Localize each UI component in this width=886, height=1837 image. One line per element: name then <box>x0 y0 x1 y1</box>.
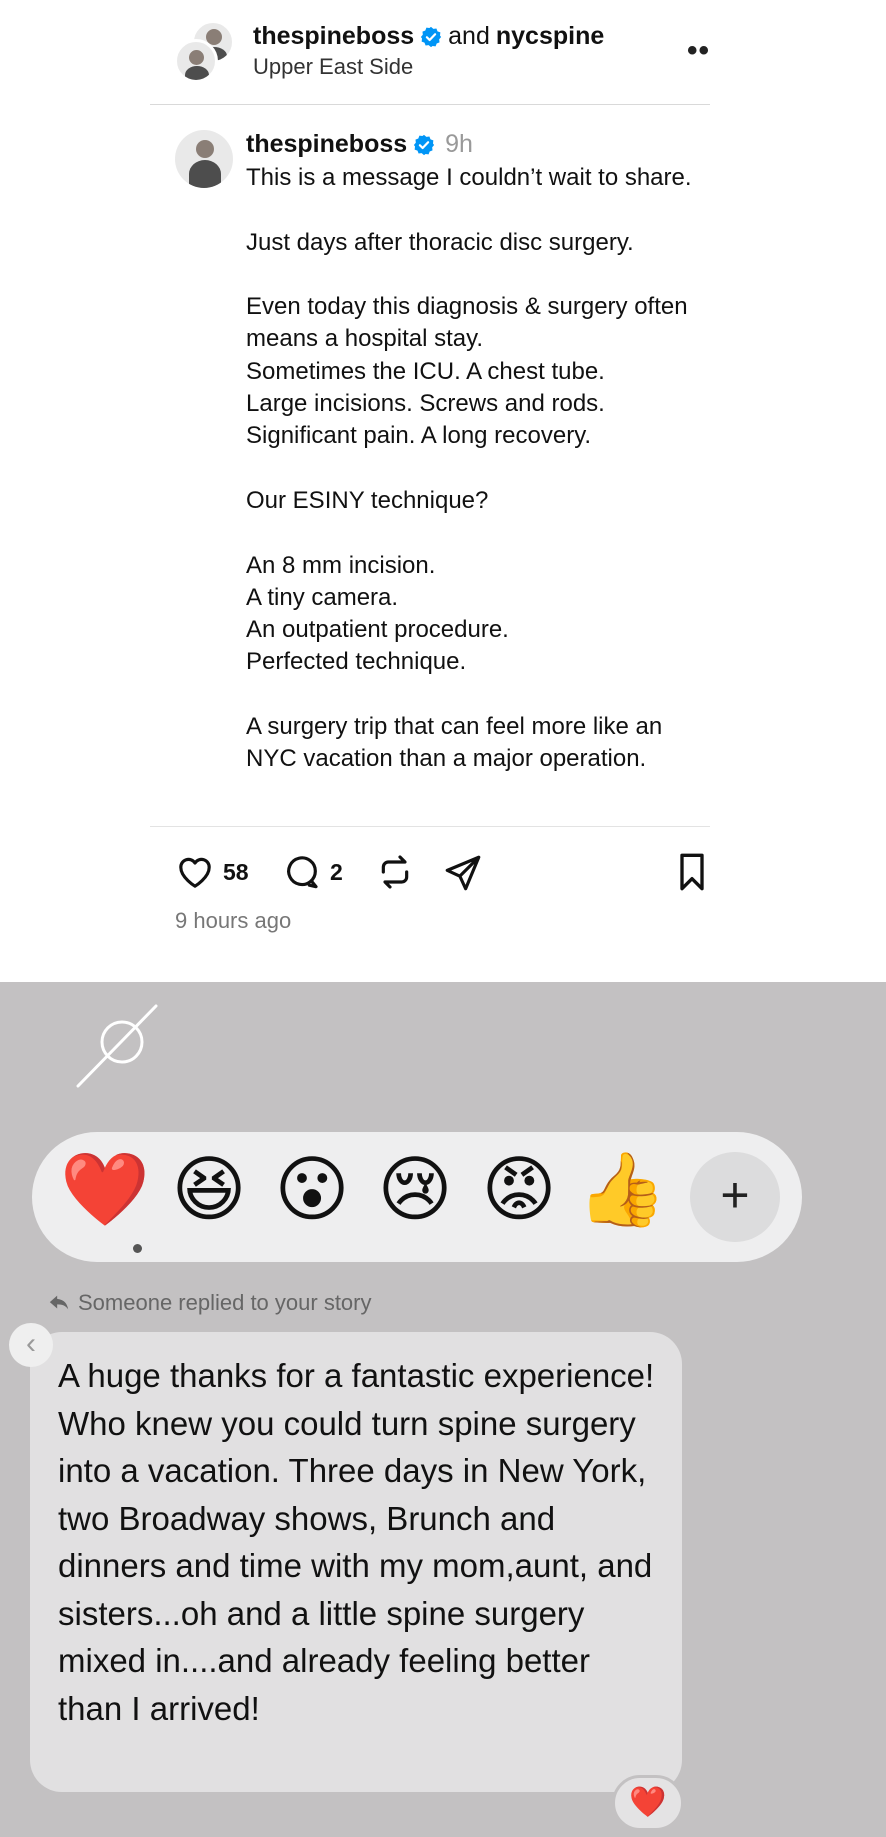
post-paragraph: This is a message I couldn’t wait to sha… <box>246 164 692 191</box>
comment-count: 2 <box>330 858 343 885</box>
like-count: 58 <box>223 858 249 885</box>
post-paragraph: An 8 mm incision. <box>246 551 436 579</box>
post-paragraph: Sometimes the ICU. A chest tube. <box>246 357 605 385</box>
collaborator-username-link[interactable]: nycspine <box>496 22 604 51</box>
story-reply-text: Someone replied to your story <box>78 1290 372 1315</box>
post-actions: 58 2 <box>175 852 710 898</box>
avatar-face <box>189 50 204 65</box>
like-button[interactable]: 58 <box>175 852 249 892</box>
more-options-button[interactable]: •• <box>687 34 710 68</box>
post-meta: thespineboss 9h <box>246 130 473 159</box>
post-paragraph: Significant pain. A long recovery. <box>246 422 592 450</box>
reaction-thumbs-up-button[interactable]: 👍 <box>575 1142 669 1236</box>
reaction-angry-button[interactable]: 😡 <box>472 1142 566 1236</box>
post-paragraph: Large incisions. Screws and rods. <box>246 390 605 418</box>
post-paragraph <box>246 517 706 549</box>
threads-post: thespineboss and nycspine Upper East Sid… <box>0 0 886 982</box>
reaction-crying-button[interactable]: 😢 <box>368 1142 462 1236</box>
avatar-face <box>196 140 214 158</box>
post-text: This is a message I couldn’t wait to sha… <box>246 162 706 827</box>
author-avatar[interactable] <box>174 39 218 83</box>
post-paragraph: Our ESINY technique? <box>246 486 489 514</box>
reaction-laughing-button[interactable]: 😆 <box>162 1142 256 1236</box>
post-timestamp: 9 hours ago <box>175 908 292 933</box>
authors-connector: and <box>448 22 490 50</box>
post-paragraph: Just days after thoracic disc surgery. <box>246 228 634 256</box>
verified-badge-icon <box>414 134 435 155</box>
repost-icon <box>381 855 409 889</box>
reaction-heart-button[interactable]: ❤️ <box>58 1142 152 1236</box>
heart-icon <box>179 857 211 888</box>
message-bubble[interactable]: A huge thanks for a fantastic experience… <box>30 1332 682 1792</box>
author-username-link[interactable]: thespineboss <box>253 22 414 51</box>
bookmark-icon <box>680 853 704 891</box>
post-paragraph: An outpatient procedure. <box>246 616 509 644</box>
post-paragraph: Even today this diagnosis & surgery ofte… <box>246 293 688 353</box>
comment-bubble-icon <box>287 856 318 889</box>
reply-arrow-icon <box>49 1295 69 1310</box>
post-paragraph <box>246 679 706 711</box>
send-icon <box>445 855 481 891</box>
post-paragraph: A tiny camera. <box>246 583 399 611</box>
post-divider <box>150 826 710 827</box>
avatar-body <box>189 160 221 188</box>
post-paragraph: Perfected technique. <box>246 648 467 676</box>
post-paragraph: A surgery trip that can feel more like a… <box>246 713 663 773</box>
post-paragraph <box>246 194 706 226</box>
avatar-body <box>185 66 209 80</box>
post-paragraph <box>246 453 706 485</box>
selected-indicator <box>133 1244 142 1253</box>
reaction-surprised-button[interactable]: 😮 <box>265 1142 359 1236</box>
message-reaction-overlay: ❤️ 😆 😮 😢 😡 👍 + Someone replied to your s… <box>0 982 886 1837</box>
message-reaction-badge[interactable]: ❤️ <box>612 1775 684 1831</box>
post-location-link[interactable]: Upper East Side <box>253 54 413 80</box>
no-sound-icon <box>76 1004 158 1088</box>
author-avatar[interactable] <box>175 130 233 188</box>
post-paragraph <box>246 259 706 291</box>
comment-button[interactable]: 2 <box>282 852 343 892</box>
post-header: thespineboss and nycspine Upper East Sid… <box>150 10 710 105</box>
post-authors: thespineboss and nycspine <box>253 22 604 51</box>
author-username-link[interactable]: thespineboss <box>246 130 407 159</box>
more-reactions-button[interactable]: + <box>690 1152 780 1242</box>
repost-button[interactable] <box>375 852 415 892</box>
share-button[interactable] <box>442 852 484 894</box>
save-button[interactable] <box>677 852 707 892</box>
post-time: 9h <box>445 130 473 158</box>
reaction-picker: ❤️ 😆 😮 😢 😡 👍 + <box>32 1132 802 1262</box>
chevron-left-icon[interactable]: ‹ <box>9 1323 53 1367</box>
story-reply-label: Someone replied to your story <box>48 1290 372 1316</box>
verified-badge-icon <box>421 26 442 47</box>
